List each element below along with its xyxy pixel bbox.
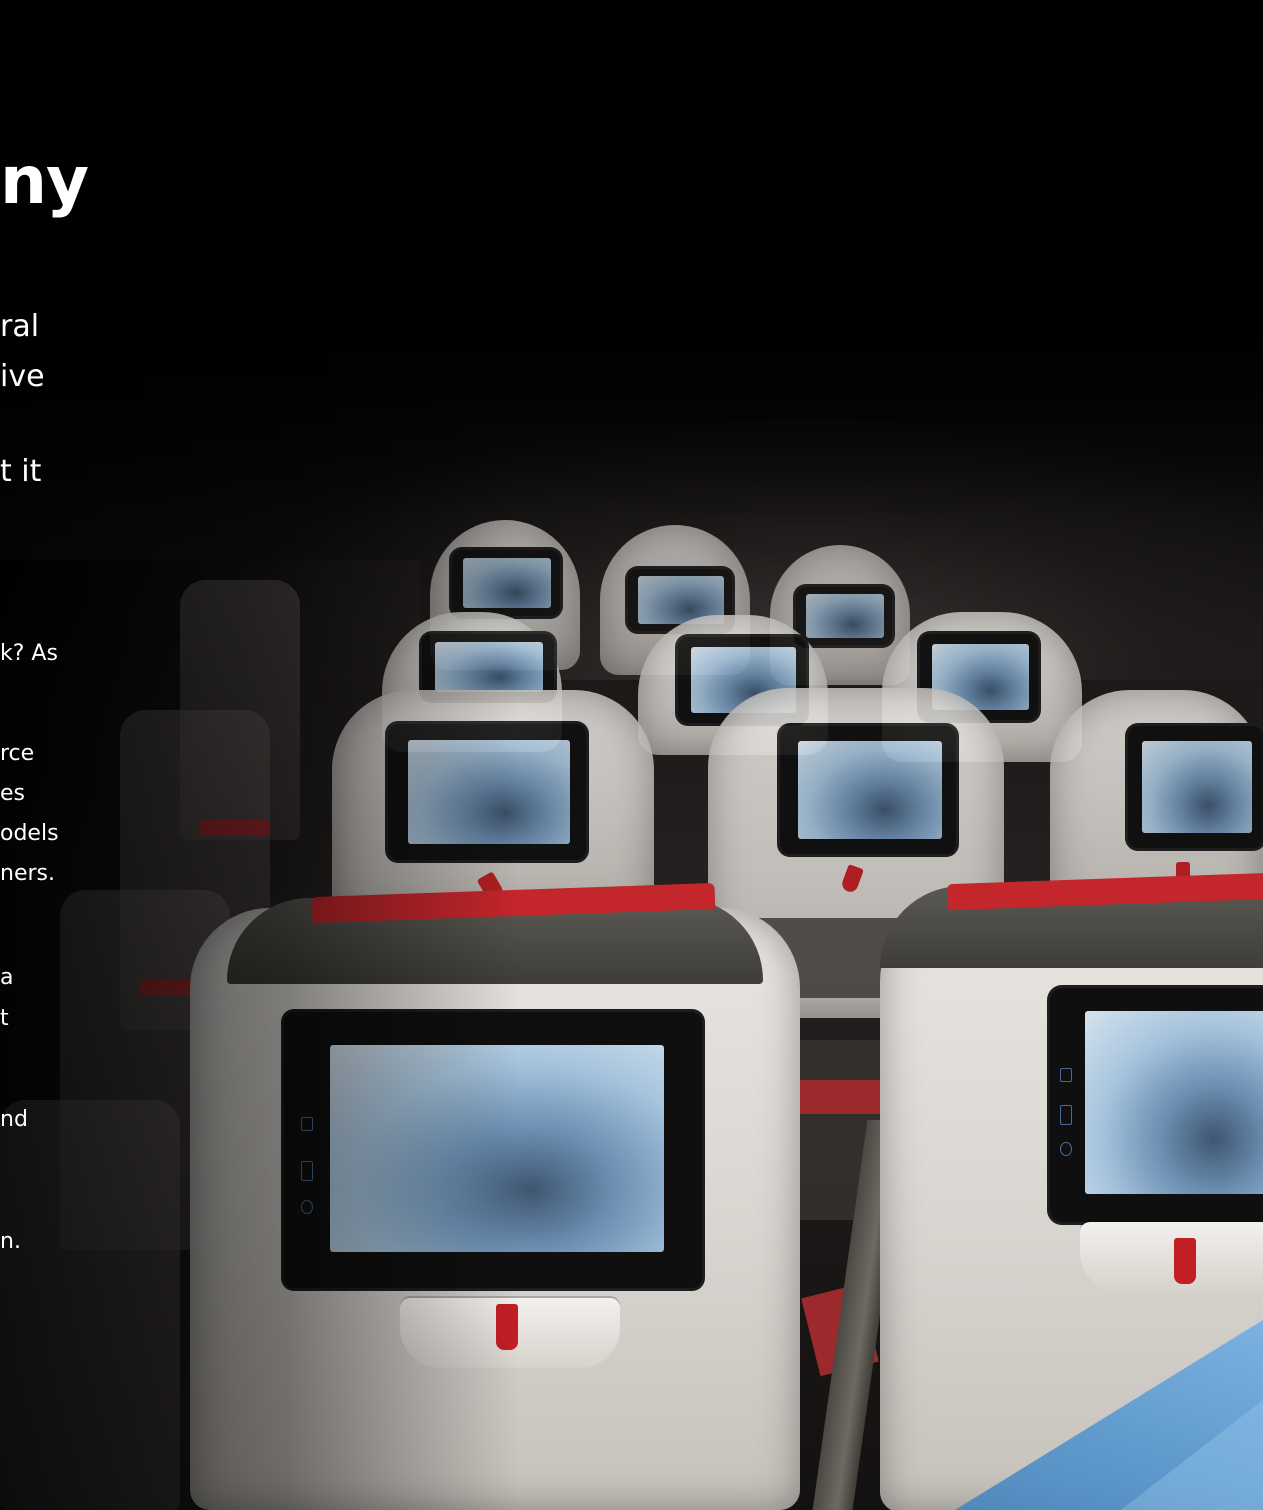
- body-line-1: k? As: [0, 641, 58, 666]
- lead-line-2: ive: [0, 359, 45, 394]
- body-line-4: odels: [0, 821, 59, 846]
- body-line-9: n.: [0, 1229, 21, 1254]
- lead-line-1: ral: [0, 309, 40, 344]
- text-column: ny ral ive t it k? As rce es odels ners.…: [0, 0, 89, 1510]
- body-line-7: t: [0, 1006, 9, 1031]
- seatback-screen: [1050, 988, 1263, 1222]
- body-line-3: es: [0, 781, 25, 806]
- page-heading: ny: [0, 142, 89, 219]
- body-line-6: a: [0, 965, 14, 990]
- body-line-8: nd: [0, 1107, 28, 1132]
- body-line-5: ners.: [0, 861, 55, 886]
- left-dark-overlay: [0, 0, 520, 1510]
- body-line-2: rce: [0, 741, 35, 766]
- lead-line-3: t it: [0, 454, 42, 489]
- hero-section: ny ral ive t it k? As rce es odels ners.…: [0, 0, 1263, 1510]
